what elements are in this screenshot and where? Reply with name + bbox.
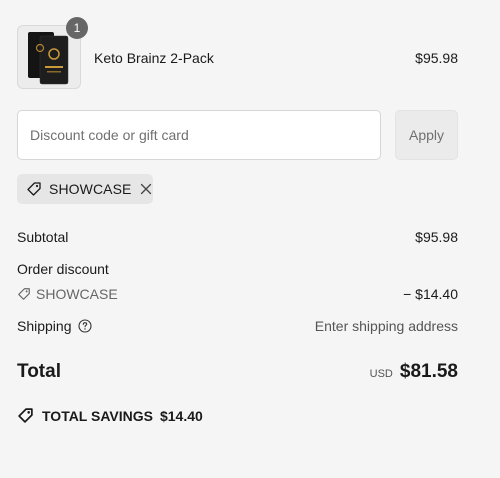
question-circle-icon[interactable] <box>77 319 92 333</box>
applied-discount-tag: SHOWCASE <box>17 174 153 204</box>
order-summary: 1 Keto Brainz 2-Pack $95.98 Apply SHOWCA… <box>0 0 500 478</box>
currency-code: USD <box>369 368 393 380</box>
total-savings: TOTAL SAVINGS $14.40 <box>17 407 203 424</box>
savings-amount: $14.40 <box>159 407 203 424</box>
tag-icon <box>27 182 41 196</box>
discount-code-line: SHOWCASE <box>17 286 118 302</box>
savings-label: TOTAL SAVINGS <box>42 407 153 424</box>
total-value-group: USD $81.58 <box>370 361 458 383</box>
close-icon[interactable] <box>140 183 152 195</box>
total-amount: $81.58 <box>399 361 458 382</box>
apply-button[interactable]: Apply <box>395 110 458 160</box>
order-discount-label: Order discount <box>17 261 109 277</box>
discount-code-name: SHOWCASE <box>36 286 118 302</box>
quantity-badge: 1 <box>66 17 88 39</box>
product-price: $95.98 <box>415 50 458 66</box>
total-label: Total <box>17 361 61 382</box>
subtotal-value: $95.98 <box>415 229 458 245</box>
tag-icon <box>18 288 30 300</box>
shipping-label-group: Shipping <box>17 318 92 334</box>
savings-tag-icon <box>18 408 33 423</box>
discount-amount: − $14.40 <box>403 286 458 302</box>
applied-discount-code: SHOWCASE <box>49 181 132 197</box>
subtotal-label: Subtotal <box>17 229 69 245</box>
product-name: Keto Brainz 2-Pack <box>94 50 214 66</box>
shipping-value: Enter shipping address <box>314 318 458 334</box>
shipping-label: Shipping <box>17 318 72 334</box>
discount-code-input[interactable] <box>17 110 381 160</box>
